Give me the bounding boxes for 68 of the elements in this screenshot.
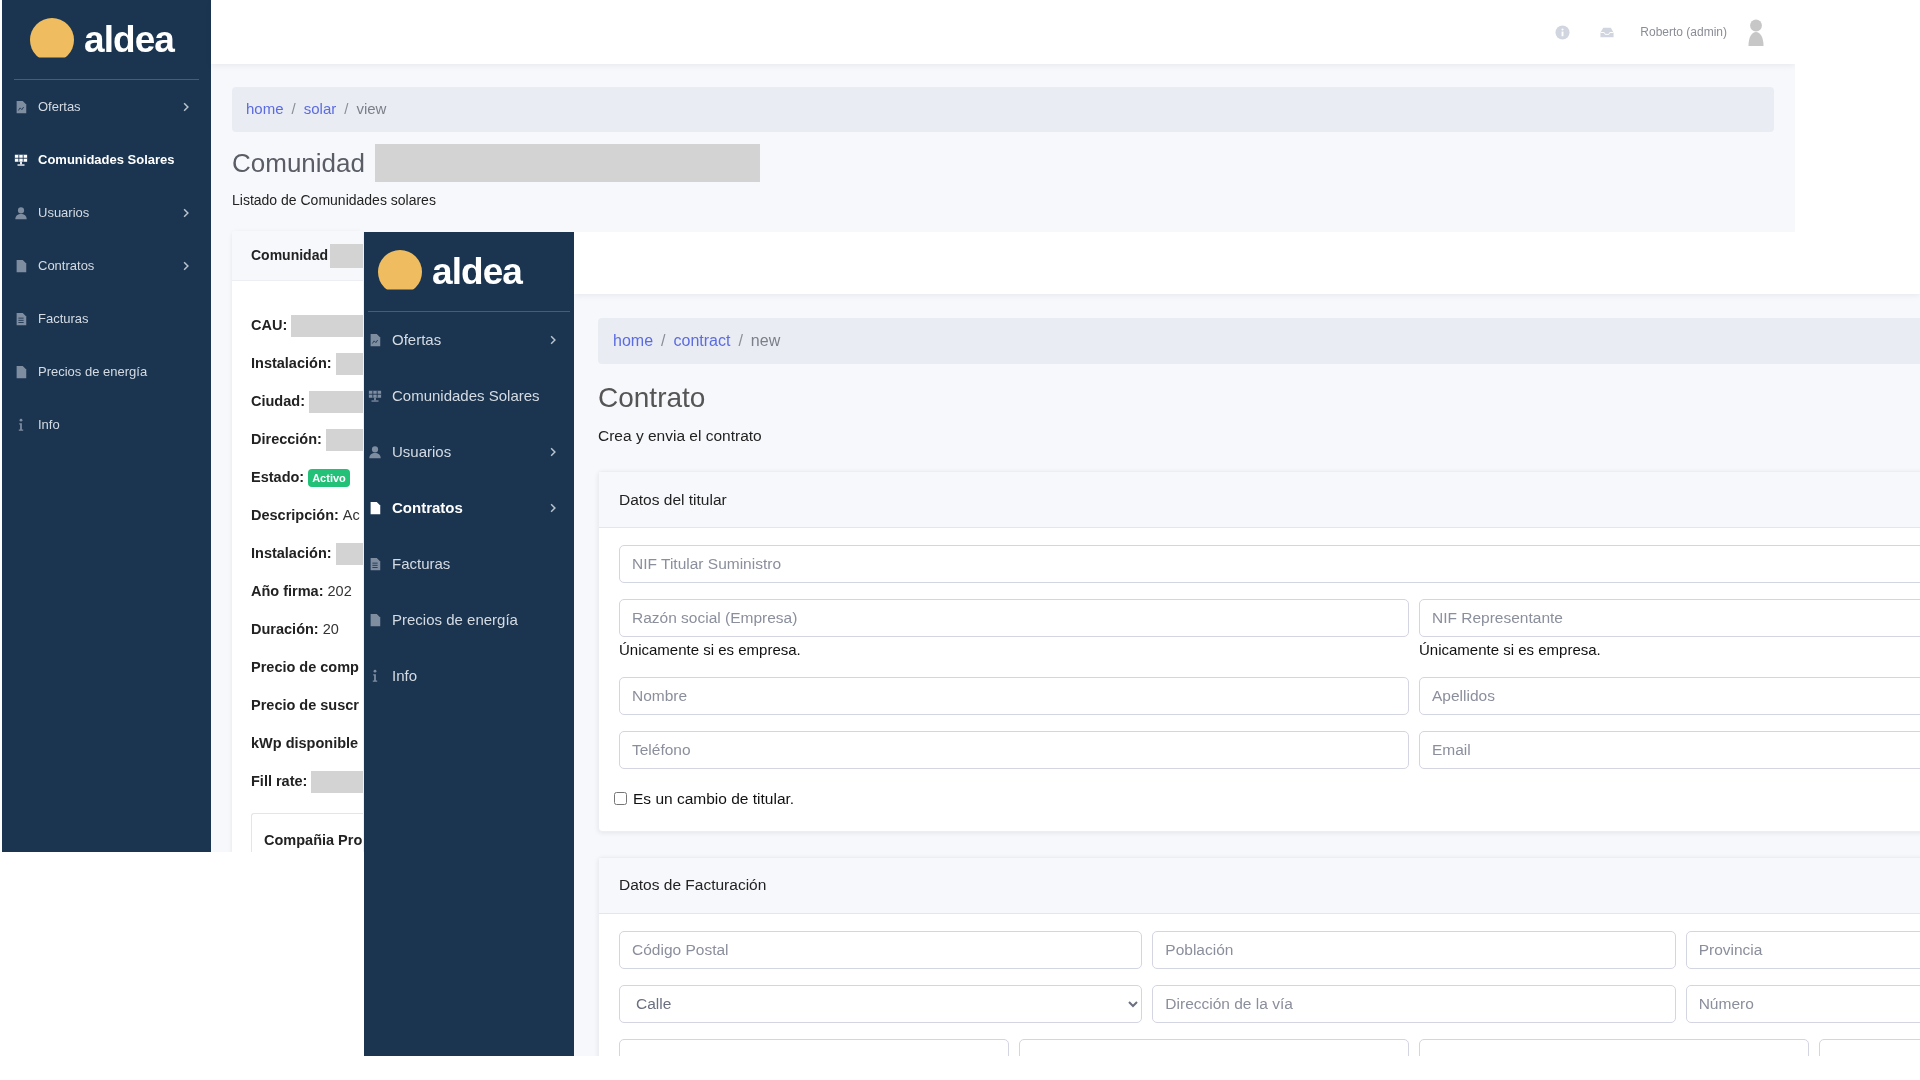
sidebar-item[interactable]: Contratos xyxy=(2,239,211,292)
field-label: Fill rate: xyxy=(251,772,308,792)
sidebar-item[interactable]: Precios de energía xyxy=(2,345,211,398)
sidebar-item[interactable]: Usuarios xyxy=(364,424,574,480)
field-label: Precio de comp xyxy=(251,658,359,678)
breadcrumb-separator: / xyxy=(661,331,666,351)
sidebar-item[interactable]: Ofertas xyxy=(2,80,211,133)
sidebar-item[interactable]: Precios de energía xyxy=(364,592,574,648)
page-title: Contrato xyxy=(598,381,707,415)
sidebar-item[interactable]: Info xyxy=(364,648,574,704)
field-value: 20 xyxy=(322,620,339,640)
breadcrumb-separator: / xyxy=(344,99,349,120)
logo-text: aldea xyxy=(432,253,522,290)
field-value: Ac xyxy=(342,506,360,526)
input-field[interactable]: Dirección de la vía xyxy=(1152,984,1676,1023)
field-label: Descripción: xyxy=(251,506,339,526)
help-text: Únicamente si es empresa. xyxy=(1419,640,1602,661)
input-field[interactable]: Población xyxy=(1152,930,1676,969)
user-name[interactable]: Roberto (admin) xyxy=(1640,23,1727,41)
field-label: Duración: xyxy=(251,620,319,640)
input-field[interactable]: NIF Titular Suministro xyxy=(619,545,1920,584)
input-field[interactable]: Teléfono xyxy=(619,731,1409,770)
field-label: Dirección: xyxy=(251,430,322,450)
breadcrumb-separator: / xyxy=(291,99,296,120)
field-label: Precio de suscr xyxy=(251,696,359,716)
logo-text: aldea xyxy=(84,21,174,58)
sidebar-item[interactable]: Facturas xyxy=(2,292,211,345)
breadcrumb-link[interactable]: home xyxy=(613,329,654,353)
field-label: Estado: xyxy=(251,468,305,488)
breadcrumb-link[interactable]: solar xyxy=(303,98,337,121)
breadcrumb-link[interactable]: contract xyxy=(673,329,731,353)
input-field[interactable]: Provincia xyxy=(1685,930,1920,969)
breadcrumb-separator: / xyxy=(738,331,743,351)
sidebar-item[interactable]: Ofertas xyxy=(364,312,574,368)
sidebar-item[interactable]: Usuarios xyxy=(2,186,211,239)
input-field[interactable]: Número xyxy=(1685,984,1920,1023)
breadcrumb-current: view xyxy=(356,99,387,120)
input-field[interactable]: Código Postal xyxy=(619,930,1143,969)
field-label: Instalación: xyxy=(251,354,332,374)
field-label: Instalación: xyxy=(251,544,332,564)
box-title: Compañia Pro xyxy=(264,832,363,848)
field-label: Ciudad: xyxy=(251,392,305,412)
sidebar-item[interactable]: Comunidades Solares xyxy=(364,368,574,424)
sidebar-item[interactable]: Comunidades Solares xyxy=(2,133,211,186)
sidebar-item[interactable]: Info xyxy=(2,398,211,451)
checkbox-label: Es un cambio de titular. xyxy=(633,789,795,810)
card-title: Datos de Facturación xyxy=(619,875,767,896)
status-badge: Activo xyxy=(308,468,350,488)
page-subtitle: Crea y envia el contrato xyxy=(598,426,763,446)
input-field[interactable]: NIF Representante xyxy=(1419,599,1920,638)
card-title: Datos del titular xyxy=(619,490,727,511)
breadcrumb-link[interactable]: home xyxy=(246,98,284,121)
input-field[interactable]: Nombre xyxy=(619,677,1409,716)
input-field[interactable]: Email xyxy=(1419,731,1920,770)
help-text: Únicamente si es empresa. xyxy=(619,640,802,661)
field-value: 202 xyxy=(327,582,352,602)
input-field[interactable]: Apellidos xyxy=(1419,677,1920,716)
field-label: Año firma: xyxy=(251,582,324,602)
page-title: Comunidad xyxy=(232,150,365,176)
sidebar-item[interactable]: Contratos xyxy=(364,480,574,536)
street-type-select[interactable]: Calle xyxy=(619,984,1143,1023)
input-field[interactable]: Razón social (Empresa) xyxy=(619,599,1409,638)
sidebar-item[interactable]: Facturas xyxy=(364,536,574,592)
field-label: kWp disponible xyxy=(251,734,359,754)
page-subtitle: Listado de Comunidades solares xyxy=(232,191,437,210)
card-title: Comunidad xyxy=(251,246,328,265)
breadcrumb-current: new xyxy=(750,331,781,351)
field-label: CAU: xyxy=(251,316,288,336)
